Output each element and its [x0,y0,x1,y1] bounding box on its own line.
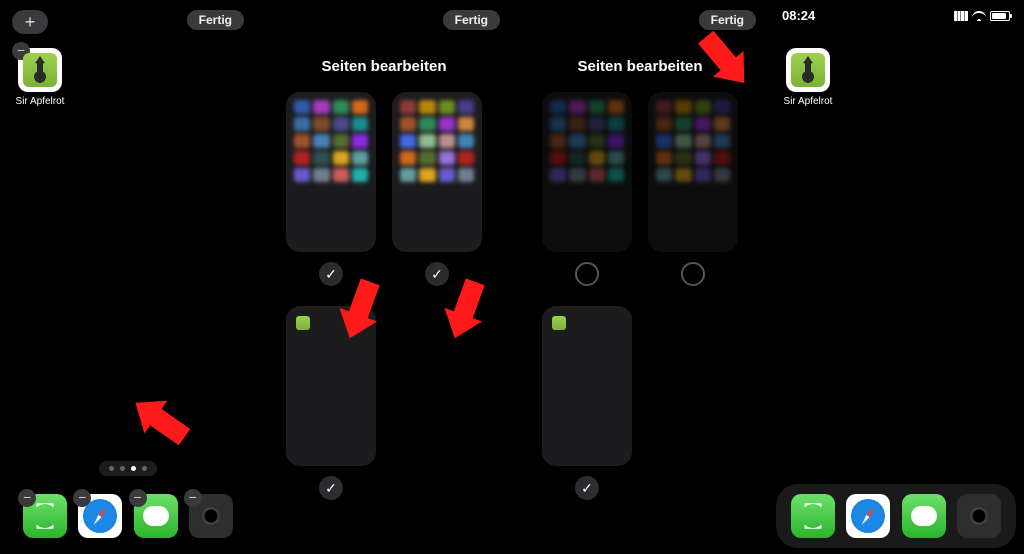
status-bar: 08:24 [768,8,1024,23]
page-visible-toggle-1[interactable] [575,262,599,286]
thumb-app-grid [294,100,368,222]
page-thumbnail-2[interactable] [392,92,482,252]
sir-apfelrot-icon [791,53,825,87]
remove-badge-icon[interactable]: − [184,489,202,507]
add-widget-button[interactable]: + [12,10,48,34]
thumb-app-grid [400,100,474,222]
app-label: Sir Apfelrot [16,96,65,107]
remove-badge-icon[interactable]: − [129,489,147,507]
page-visible-toggle-3[interactable]: ✓ [319,476,343,500]
page-visible-toggle-3[interactable]: ✓ [575,476,599,500]
page-thumbnail-3[interactable] [542,306,632,466]
panel-home-normal: 08:24 Sir Apfelrot [768,0,1024,554]
dock-app-camera[interactable] [957,494,1001,538]
dock: − − − − [8,484,248,548]
page-visible-toggle-2[interactable]: ✓ [425,262,449,286]
dock [776,484,1016,548]
page-visible-toggle-1[interactable]: ✓ [319,262,343,286]
thumb-app-grid [656,100,730,222]
battery-icon [990,11,1010,21]
edit-pages-title: Seiten bearbeiten [256,58,512,75]
status-time: 08:24 [782,8,815,23]
done-button[interactable]: Fertig [443,10,500,30]
wifi-icon [972,11,986,21]
dock-app-phone[interactable] [791,494,835,538]
dock-app-messages[interactable] [902,494,946,538]
signal-icon [954,11,968,21]
app-label: Sir Apfelrot [784,96,833,107]
app-icon-sir-apfelrot[interactable]: Sir Apfelrot [786,48,830,92]
thumb-single-app-icon [552,316,566,330]
sir-apfelrot-icon [23,53,57,87]
done-button[interactable]: Fertig [187,10,244,30]
dock-app-safari[interactable] [846,494,890,538]
dock-app-messages[interactable]: − [134,494,178,538]
page-thumbnail-1[interactable] [542,92,632,252]
dock-app-camera[interactable]: − [189,494,233,538]
remove-badge-icon[interactable]: − [73,489,91,507]
dock-app-phone[interactable]: − [23,494,67,538]
thumb-single-app-icon [296,316,310,330]
status-indicators [954,8,1010,23]
page-indicator[interactable] [99,461,157,476]
remove-badge-icon[interactable]: − [18,489,36,507]
thumb-app-grid [550,100,624,222]
page-thumbnail-1[interactable] [286,92,376,252]
page-visible-toggle-2[interactable] [681,262,705,286]
panel-home-jiggle: + Fertig − Sir Apfelrot − − − − [0,0,256,554]
panel-edit-pages-checked: Fertig Seiten bearbeiten ✓ ✓ ✓ [256,0,512,554]
app-icon-sir-apfelrot[interactable]: − Sir Apfelrot [18,48,62,92]
dock-app-safari[interactable]: − [78,494,122,538]
page-thumbnail-2[interactable] [648,92,738,252]
